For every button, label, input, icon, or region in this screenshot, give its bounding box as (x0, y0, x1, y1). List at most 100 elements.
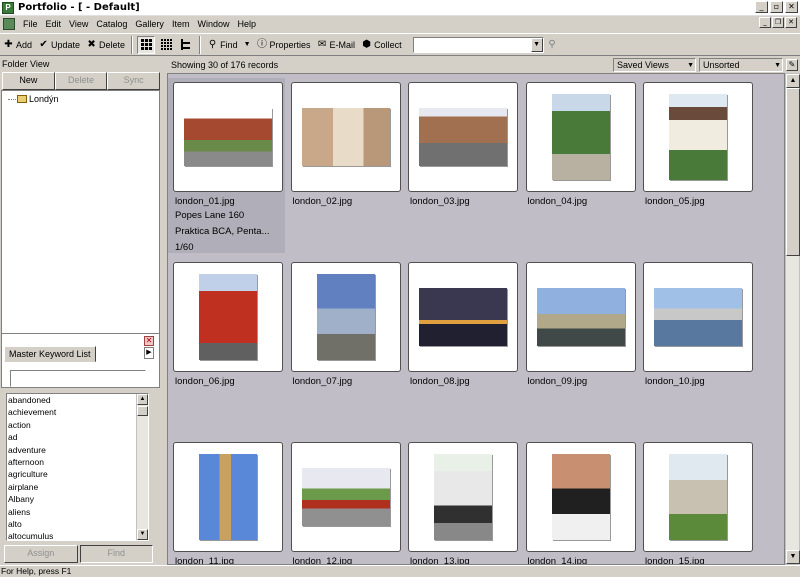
thumbnail-view-button[interactable] (137, 35, 156, 54)
scroll-down-icon[interactable]: ▼ (137, 529, 148, 540)
close-button[interactable]: ✕ (785, 1, 798, 13)
thumbnail-cell[interactable]: london_03.jpg (403, 78, 520, 212)
list-item[interactable]: ad (7, 431, 148, 443)
update-button[interactable]: ✔ Update (35, 35, 83, 55)
thumbnail-frame[interactable] (643, 442, 753, 552)
find-label: Find (220, 39, 238, 50)
thumbnail-cell[interactable]: london_13.jpg (403, 438, 520, 564)
thumbnail-cell[interactable]: london_14.jpg (521, 438, 638, 564)
email-button[interactable]: ✉ E-Mail (314, 35, 359, 55)
keyword-search-input[interactable] (10, 370, 146, 387)
new-folder-button[interactable]: New (2, 72, 55, 90)
thumbnail-cell[interactable]: london_02.jpg (286, 78, 403, 212)
gallery-scrollbar[interactable]: ▲ ▼ (785, 73, 800, 565)
thumbnail-cell[interactable]: london_08.jpg (403, 258, 520, 392)
thumbnail-frame[interactable] (173, 82, 283, 192)
doc-minimize-button[interactable]: _ (759, 17, 771, 28)
thumbnail-cell[interactable]: london_10.jpg (638, 258, 755, 392)
scroll-down-icon[interactable]: ▼ (786, 550, 800, 564)
pencil-icon[interactable]: ✎ (786, 58, 798, 71)
menu-file[interactable]: File (19, 19, 42, 29)
menu-view[interactable]: View (65, 19, 92, 29)
close-icon[interactable]: ✕ (144, 336, 154, 346)
thumbnail-frame[interactable] (408, 262, 518, 372)
list-item[interactable]: Albany (7, 493, 148, 505)
list-item[interactable]: adventure (7, 444, 148, 456)
list-item[interactable]: action (7, 419, 148, 431)
chevron-down-icon: ▼ (687, 61, 694, 69)
thumbnail-cell[interactable]: london_15.jpg (638, 438, 755, 564)
document-icon[interactable] (3, 17, 15, 30)
list-item[interactable]: aliens (7, 506, 148, 518)
thumbnail-cell[interactable]: london_09.jpg (521, 258, 638, 392)
envelope-icon: ✉ (317, 39, 327, 50)
thumbnail-frame[interactable] (290, 82, 401, 192)
menu-item[interactable]: Item (168, 19, 194, 29)
doc-close-button[interactable]: ✕ (785, 17, 797, 28)
menu-window[interactable]: Window (193, 19, 233, 29)
photo-image (301, 108, 390, 166)
delete-button[interactable]: ✖ Delete (83, 35, 128, 55)
menu-catalog[interactable]: Catalog (92, 19, 131, 29)
minimize-button[interactable]: _ (755, 1, 768, 13)
menu-edit[interactable]: Edit (42, 19, 66, 29)
doc-restore-button[interactable]: ❐ (772, 17, 784, 28)
scroll-thumb[interactable] (137, 406, 148, 416)
search-go-button[interactable]: ⚲ (544, 35, 563, 55)
thumbnail-frame[interactable] (290, 262, 401, 372)
quick-search-combo[interactable]: ▼ (412, 36, 544, 53)
saved-views-select[interactable]: Saved Views ▼ (613, 57, 696, 72)
tree-node-root[interactable]: Londýn (8, 94, 59, 104)
thumbnail-cell[interactable]: london_01.jpg Popes Lane 160 Praktica BCA,… (168, 78, 285, 253)
thumbnail-cell[interactable]: london_04.jpg (521, 78, 638, 212)
thumbnail-cell[interactable]: london_11.jpg (168, 438, 285, 564)
thumbnail-frame[interactable] (643, 262, 753, 372)
title-bar: P Portfolio - [ - Default] _ ▫ ✕ (0, 0, 800, 16)
thumbnail-cell[interactable]: london_06.jpg (168, 258, 285, 392)
small-thumbnail-view-button[interactable] (157, 36, 175, 54)
menu-gallery[interactable]: Gallery (131, 19, 168, 29)
thumbnail-cell[interactable]: london_12.jpg (286, 438, 403, 564)
thumbnail-frame[interactable] (525, 82, 636, 192)
thumbnail-frame[interactable] (525, 262, 636, 372)
thumbnail-frame[interactable] (173, 262, 283, 372)
find-keyword-button[interactable]: Find (79, 545, 153, 563)
list-item[interactable]: achievement (7, 406, 148, 418)
sync-folder-button[interactable]: Sync (107, 72, 161, 90)
chevron-down-icon[interactable]: ▼ (530, 37, 543, 52)
find-dropdown-arrow-icon[interactable]: ▼ (244, 41, 251, 48)
scroll-thumb[interactable] (786, 88, 800, 256)
list-item[interactable]: airplane (7, 481, 148, 493)
keyword-scrollbar[interactable]: ▲ ▼ (136, 394, 148, 540)
thumbnail-filename: london_09.jpg (527, 376, 588, 387)
list-item[interactable]: altocumulus (7, 530, 148, 540)
play-arrow-icon[interactable]: ▶ (144, 347, 154, 359)
delete-folder-button[interactable]: Delete (54, 72, 108, 90)
list-item[interactable]: agriculture (7, 468, 148, 480)
menu-help[interactable]: Help (233, 19, 260, 29)
keyword-list[interactable]: abandoned achievement action ad adventur… (6, 393, 149, 541)
tab-master-keyword-list[interactable]: Master Keyword List (4, 346, 96, 362)
list-item[interactable]: afternoon (7, 456, 148, 468)
scroll-up-icon[interactable]: ▲ (137, 394, 148, 405)
collect-button[interactable]: ⬢ Collect (358, 35, 405, 55)
keyword-buttons: Assign Find (4, 545, 153, 563)
thumbnail-cell[interactable]: london_07.jpg (286, 258, 403, 392)
list-view-button[interactable] (177, 36, 195, 54)
thumbnail-frame[interactable] (173, 442, 283, 552)
thumbnail-frame[interactable] (408, 82, 518, 192)
assign-button[interactable]: Assign (4, 545, 78, 563)
thumbnail-frame[interactable] (290, 442, 401, 552)
find-button[interactable]: ⚲ Find ▼ (204, 35, 253, 55)
properties-button[interactable]: ⓘ Properties (254, 35, 314, 55)
thumbnail-cell[interactable]: london_05.jpg (638, 78, 755, 212)
scroll-up-icon[interactable]: ▲ (786, 74, 800, 88)
thumbnail-frame[interactable] (525, 442, 636, 552)
thumbnail-frame[interactable] (643, 82, 753, 192)
sort-select[interactable]: Unsorted ▼ (699, 57, 783, 72)
maximize-button[interactable]: ▫ (770, 1, 783, 13)
list-item[interactable]: abandoned (7, 394, 148, 406)
add-button[interactable]: ✚ Add (0, 35, 35, 55)
list-item[interactable]: alto (7, 518, 148, 530)
thumbnail-frame[interactable] (408, 442, 518, 552)
